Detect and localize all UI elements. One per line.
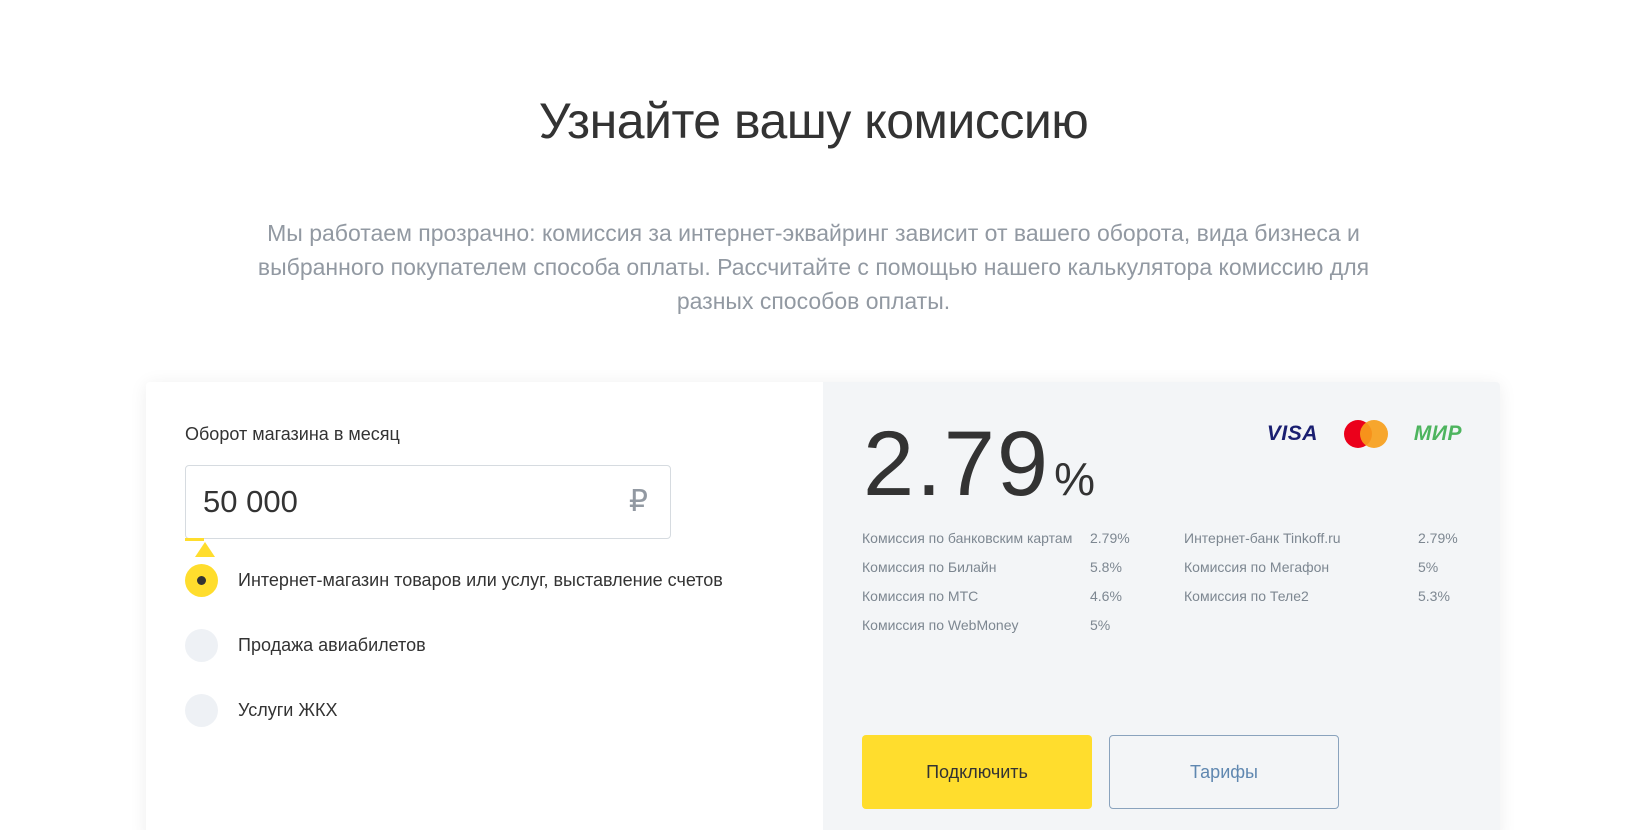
page-description: Мы работаем прозрачно: комиссия за интер…	[257, 220, 1370, 314]
ruble-icon: ₽	[628, 485, 648, 518]
commission-rate-percent: %	[1054, 453, 1095, 505]
mastercard-logo-icon	[1343, 420, 1388, 448]
commission-rate-value: 2.79	[863, 413, 1051, 515]
fee-label: Комиссия по банковским картам	[862, 530, 1073, 546]
business-type-option-housing[interactable]: Услуги ЖКХ	[185, 694, 337, 727]
commission-section: Узнайте вашу комиссию Мы работаем прозра…	[0, 0, 1627, 830]
fee-label: Комиссия по Теле2	[1184, 588, 1309, 604]
fee-value: 2.79%	[1090, 530, 1130, 546]
business-type-option-ecommerce[interactable]: Интернет-магазин товаров или услуг, выст…	[185, 564, 723, 597]
commission-rate: 2.79%	[863, 412, 1095, 517]
page-title: Узнайте вашу комиссию	[538, 93, 1089, 149]
fee-label: Комиссия по Мегафон	[1184, 559, 1330, 575]
connect-button[interactable]: Подключить	[862, 735, 1092, 809]
calculator-result-panel: 2.79% VISA МИР Комиссия по банковским ка…	[823, 382, 1500, 830]
fee-value: 5%	[1090, 617, 1111, 633]
mir-logo-icon: МИР	[1413, 422, 1462, 445]
commission-calculator-card: Оборот магазина в месяц 50 000 ₽ Интерне…	[146, 382, 1500, 830]
fee-value: 4.6%	[1090, 588, 1122, 604]
calculator-inputs-panel: Оборот магазина в месяц 50 000 ₽ Интерне…	[146, 382, 823, 830]
radio-button[interactable]	[185, 694, 218, 727]
turnover-value[interactable]: 50 000	[203, 484, 298, 520]
turnover-slider-handle[interactable]	[195, 542, 215, 557]
turnover-label: Оборот магазина в месяц	[185, 424, 400, 444]
turnover-slider-fill	[185, 538, 204, 541]
visa-logo-icon: VISA	[1266, 422, 1318, 445]
turnover-slider-track[interactable]	[185, 538, 671, 541]
fee-value: 5.3%	[1418, 588, 1450, 604]
business-type-label[interactable]: Услуги ЖКХ	[238, 700, 337, 721]
business-type-label[interactable]: Интернет-магазин товаров или услуг, выст…	[238, 570, 723, 591]
fee-label: Комиссия по МТС	[862, 588, 979, 604]
business-type-label[interactable]: Продажа авиабилетов	[238, 635, 426, 656]
tariffs-button[interactable]: Тарифы	[1109, 735, 1339, 809]
turnover-input[interactable]: 50 000 ₽	[185, 465, 671, 539]
fee-label: Комиссия по Билайн	[862, 559, 997, 575]
payment-systems: VISA МИР	[1267, 420, 1462, 448]
radio-button-checked[interactable]	[185, 564, 218, 597]
business-type-option-avia[interactable]: Продажа авиабилетов	[185, 629, 426, 662]
fee-label: Интернет-банк Tinkoff.ru	[1184, 530, 1341, 546]
fee-value: 5.8%	[1090, 559, 1122, 575]
radio-button[interactable]	[185, 629, 218, 662]
fee-label: Комиссия по WebMoney	[862, 617, 1019, 633]
fee-value: 5%	[1418, 559, 1439, 575]
fee-value: 2.79%	[1418, 530, 1458, 546]
